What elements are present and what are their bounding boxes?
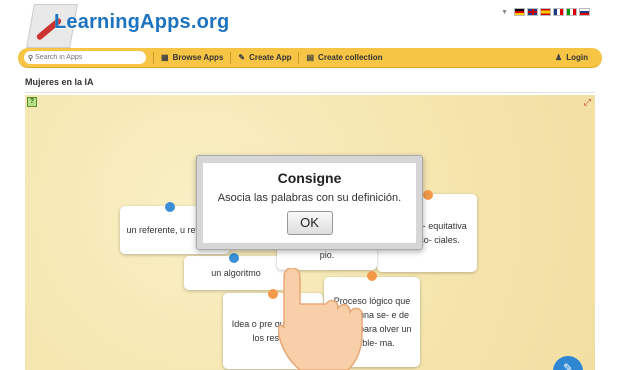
collection-icon: ▤ xyxy=(306,53,315,62)
browse-apps-label: Browse Apps xyxy=(172,53,224,62)
nav-divider xyxy=(298,51,300,64)
search-input[interactable] xyxy=(35,54,144,61)
create-collection-label: Create collection xyxy=(318,53,383,62)
flag-fr-icon[interactable] xyxy=(553,8,564,16)
flag-de-icon[interactable] xyxy=(514,8,525,16)
login-label: Login xyxy=(566,53,588,62)
create-app-link[interactable]: ✎ Create App xyxy=(238,53,291,62)
user-icon: ♟ xyxy=(555,53,563,62)
pencil-icon: ✎ xyxy=(238,53,246,62)
connector-dot[interactable] xyxy=(165,202,175,212)
connector-dot[interactable] xyxy=(367,271,377,281)
flag-en-icon[interactable] xyxy=(527,8,538,16)
flag-es-icon[interactable] xyxy=(540,8,551,16)
page: LearningApps.org ▼ ⚲ ▦ Browse Apps ✎ Cre… xyxy=(0,0,620,370)
flag-ru-icon[interactable] xyxy=(579,8,590,16)
match-card-text: pio. xyxy=(319,250,335,260)
nav-divider xyxy=(153,51,154,64)
pointing-hand-icon xyxy=(278,268,363,370)
flag-it-icon[interactable] xyxy=(566,8,577,16)
grid-icon: ▦ xyxy=(161,53,169,62)
main-nav-bar: ⚲ ▦ Browse Apps ✎ Create App ▤ Create co… xyxy=(18,48,602,68)
fullscreen-icon[interactable]: ⤢ xyxy=(584,97,591,108)
dialog-message: Asocia las palabras con su definición. xyxy=(217,192,402,204)
match-card-text: un algoritmo xyxy=(211,268,261,278)
title-divider xyxy=(25,92,595,93)
login-link[interactable]: ♟ Login xyxy=(555,53,588,62)
search-box[interactable]: ⚲ xyxy=(24,51,146,64)
connector-dot[interactable] xyxy=(268,289,278,299)
instruction-dialog: Consigne Asocia las palabras con su defi… xyxy=(196,155,423,250)
logo-text[interactable]: LearningApps.org xyxy=(54,11,229,34)
logo[interactable]: LearningApps.org xyxy=(20,0,229,48)
browse-apps-link[interactable]: ▦ Browse Apps xyxy=(161,53,223,62)
search-icon: ⚲ xyxy=(28,54,34,62)
ok-button[interactable]: OK xyxy=(286,211,333,235)
dialog-body: Consigne Asocia las palabras con su defi… xyxy=(203,163,416,243)
create-app-label: Create App xyxy=(249,53,292,62)
page-title: Mujeres en la IA xyxy=(25,77,94,87)
connector-dot[interactable] xyxy=(229,253,239,263)
language-selector: ▼ xyxy=(501,8,590,16)
connector-dot[interactable] xyxy=(423,190,433,200)
help-icon[interactable]: ? xyxy=(27,97,37,107)
create-collection-link[interactable]: ▤ Create collection xyxy=(306,53,382,62)
nav-divider xyxy=(230,51,232,64)
chevron-down-icon[interactable]: ▼ xyxy=(501,9,508,16)
dialog-title: Consigne xyxy=(277,170,342,186)
